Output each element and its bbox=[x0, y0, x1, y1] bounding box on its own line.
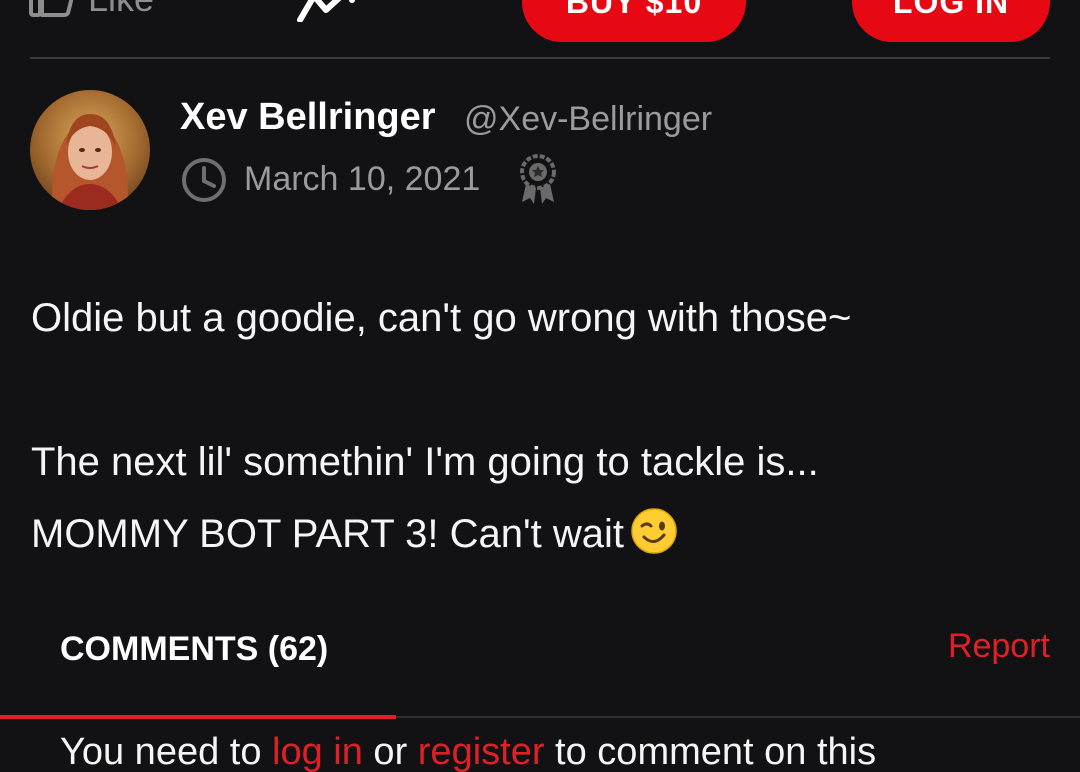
author-handle[interactable]: @Xev-Bellringer bbox=[464, 100, 712, 139]
buy-label: BUY $10 bbox=[565, 0, 703, 20]
post-page: Like BUY $10 LOG IN bbox=[0, 0, 1080, 772]
share-icon[interactable] bbox=[296, 0, 356, 22]
note-suffix: to comment on this bbox=[544, 731, 877, 772]
login-label: LOG IN bbox=[892, 0, 1010, 20]
post-line: The next lil' somethin' I'm going to tac… bbox=[31, 440, 819, 484]
like-label: Like bbox=[88, 0, 154, 20]
login-button[interactable]: LOG IN bbox=[852, 0, 1050, 42]
winking-face-emoji-icon bbox=[631, 508, 677, 554]
register-link[interactable]: register bbox=[418, 731, 545, 772]
buy-button[interactable]: BUY $10 bbox=[522, 0, 746, 42]
avatar[interactable] bbox=[30, 90, 150, 210]
post-action-bar: Like BUY $10 LOG IN bbox=[0, 0, 1080, 58]
comments-tab-indicator bbox=[0, 715, 396, 719]
login-required-note: You need to log in or register to commen… bbox=[60, 731, 876, 772]
post-body: Oldie but a goodie, can't go wrong with … bbox=[31, 282, 1061, 570]
award-ribbon-icon bbox=[520, 154, 556, 204]
header-divider bbox=[30, 57, 1050, 59]
report-link[interactable]: Report bbox=[948, 627, 1050, 666]
note-prefix: You need to bbox=[60, 731, 273, 772]
note-or: or bbox=[362, 731, 418, 772]
post-line: MOMMY BOT PART 3! Can't wait bbox=[31, 512, 624, 556]
thumbs-up-icon bbox=[29, 0, 74, 17]
login-link[interactable]: log in bbox=[272, 731, 363, 772]
clock-icon bbox=[182, 158, 226, 202]
author-name[interactable]: Xev Bellringer bbox=[180, 96, 436, 139]
like-button[interactable]: Like bbox=[28, 0, 154, 20]
post-date: March 10, 2021 bbox=[244, 160, 481, 198]
comments-title[interactable]: COMMENTS (62) bbox=[60, 630, 328, 669]
post-line-with-emoji: MOMMY BOT PART 3! Can't wait bbox=[31, 498, 1061, 570]
post-line: Oldie but a goodie, can't go wrong with … bbox=[31, 296, 852, 340]
avatar-image bbox=[30, 90, 150, 210]
